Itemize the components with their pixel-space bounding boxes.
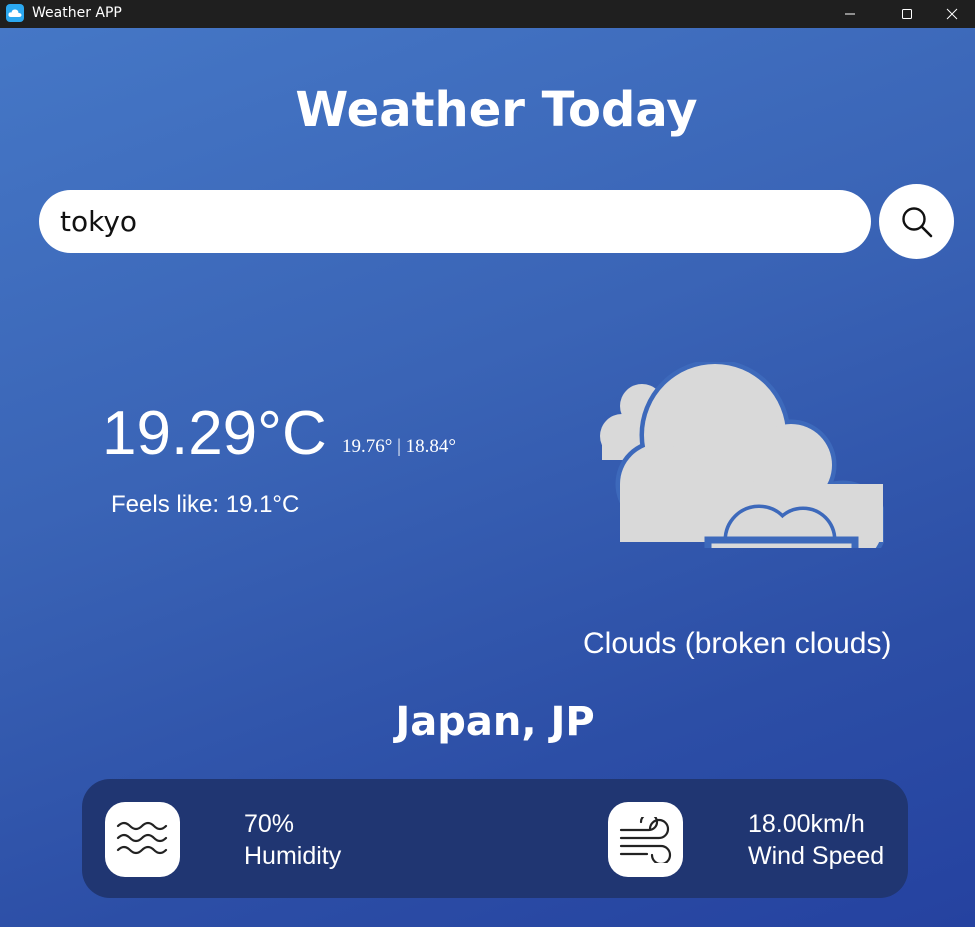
- humidity-icon-tile: [105, 802, 180, 877]
- search-icon: [901, 206, 932, 237]
- wind-speed-label: Wind Speed: [748, 842, 885, 870]
- minimize-icon: [845, 13, 855, 15]
- feels-like-temperature: Feels like: 19.1°C: [111, 491, 300, 518]
- stats-card: 70% Humidity 18.00km/h Wind Speed: [82, 779, 908, 898]
- maximize-button[interactable]: [884, 0, 930, 28]
- search-button[interactable]: [879, 184, 954, 259]
- window-title: Weather APP: [32, 5, 122, 21]
- close-icon: [946, 8, 958, 20]
- humidity-waves-icon: [116, 821, 167, 854]
- temperature-range: 19.76° | 18.84°: [342, 436, 456, 457]
- weather-description: Clouds (broken clouds): [583, 627, 892, 660]
- wind-icon-tile: [608, 802, 683, 877]
- broken-clouds-icon: [600, 362, 884, 548]
- window-titlebar: Weather APP: [0, 0, 975, 28]
- humidity-value: 70%: [244, 810, 295, 838]
- close-button[interactable]: [929, 0, 975, 28]
- humidity-label: Humidity: [244, 842, 342, 870]
- maximize-icon: [902, 9, 912, 19]
- minimize-button[interactable]: [827, 0, 873, 28]
- city-search-input[interactable]: [39, 190, 871, 253]
- current-temperature: 19.29°C: [102, 399, 327, 468]
- wind-icon: [619, 816, 671, 863]
- app-window: Weather Today 19.29°C 19.76° | 18.84° Fe…: [0, 28, 975, 927]
- page-title: Weather Today: [295, 82, 698, 138]
- cloud-app-icon: [6, 4, 24, 22]
- wind-speed-value: 18.00km/h: [748, 810, 865, 838]
- location-name: Japan, JP: [395, 699, 595, 745]
